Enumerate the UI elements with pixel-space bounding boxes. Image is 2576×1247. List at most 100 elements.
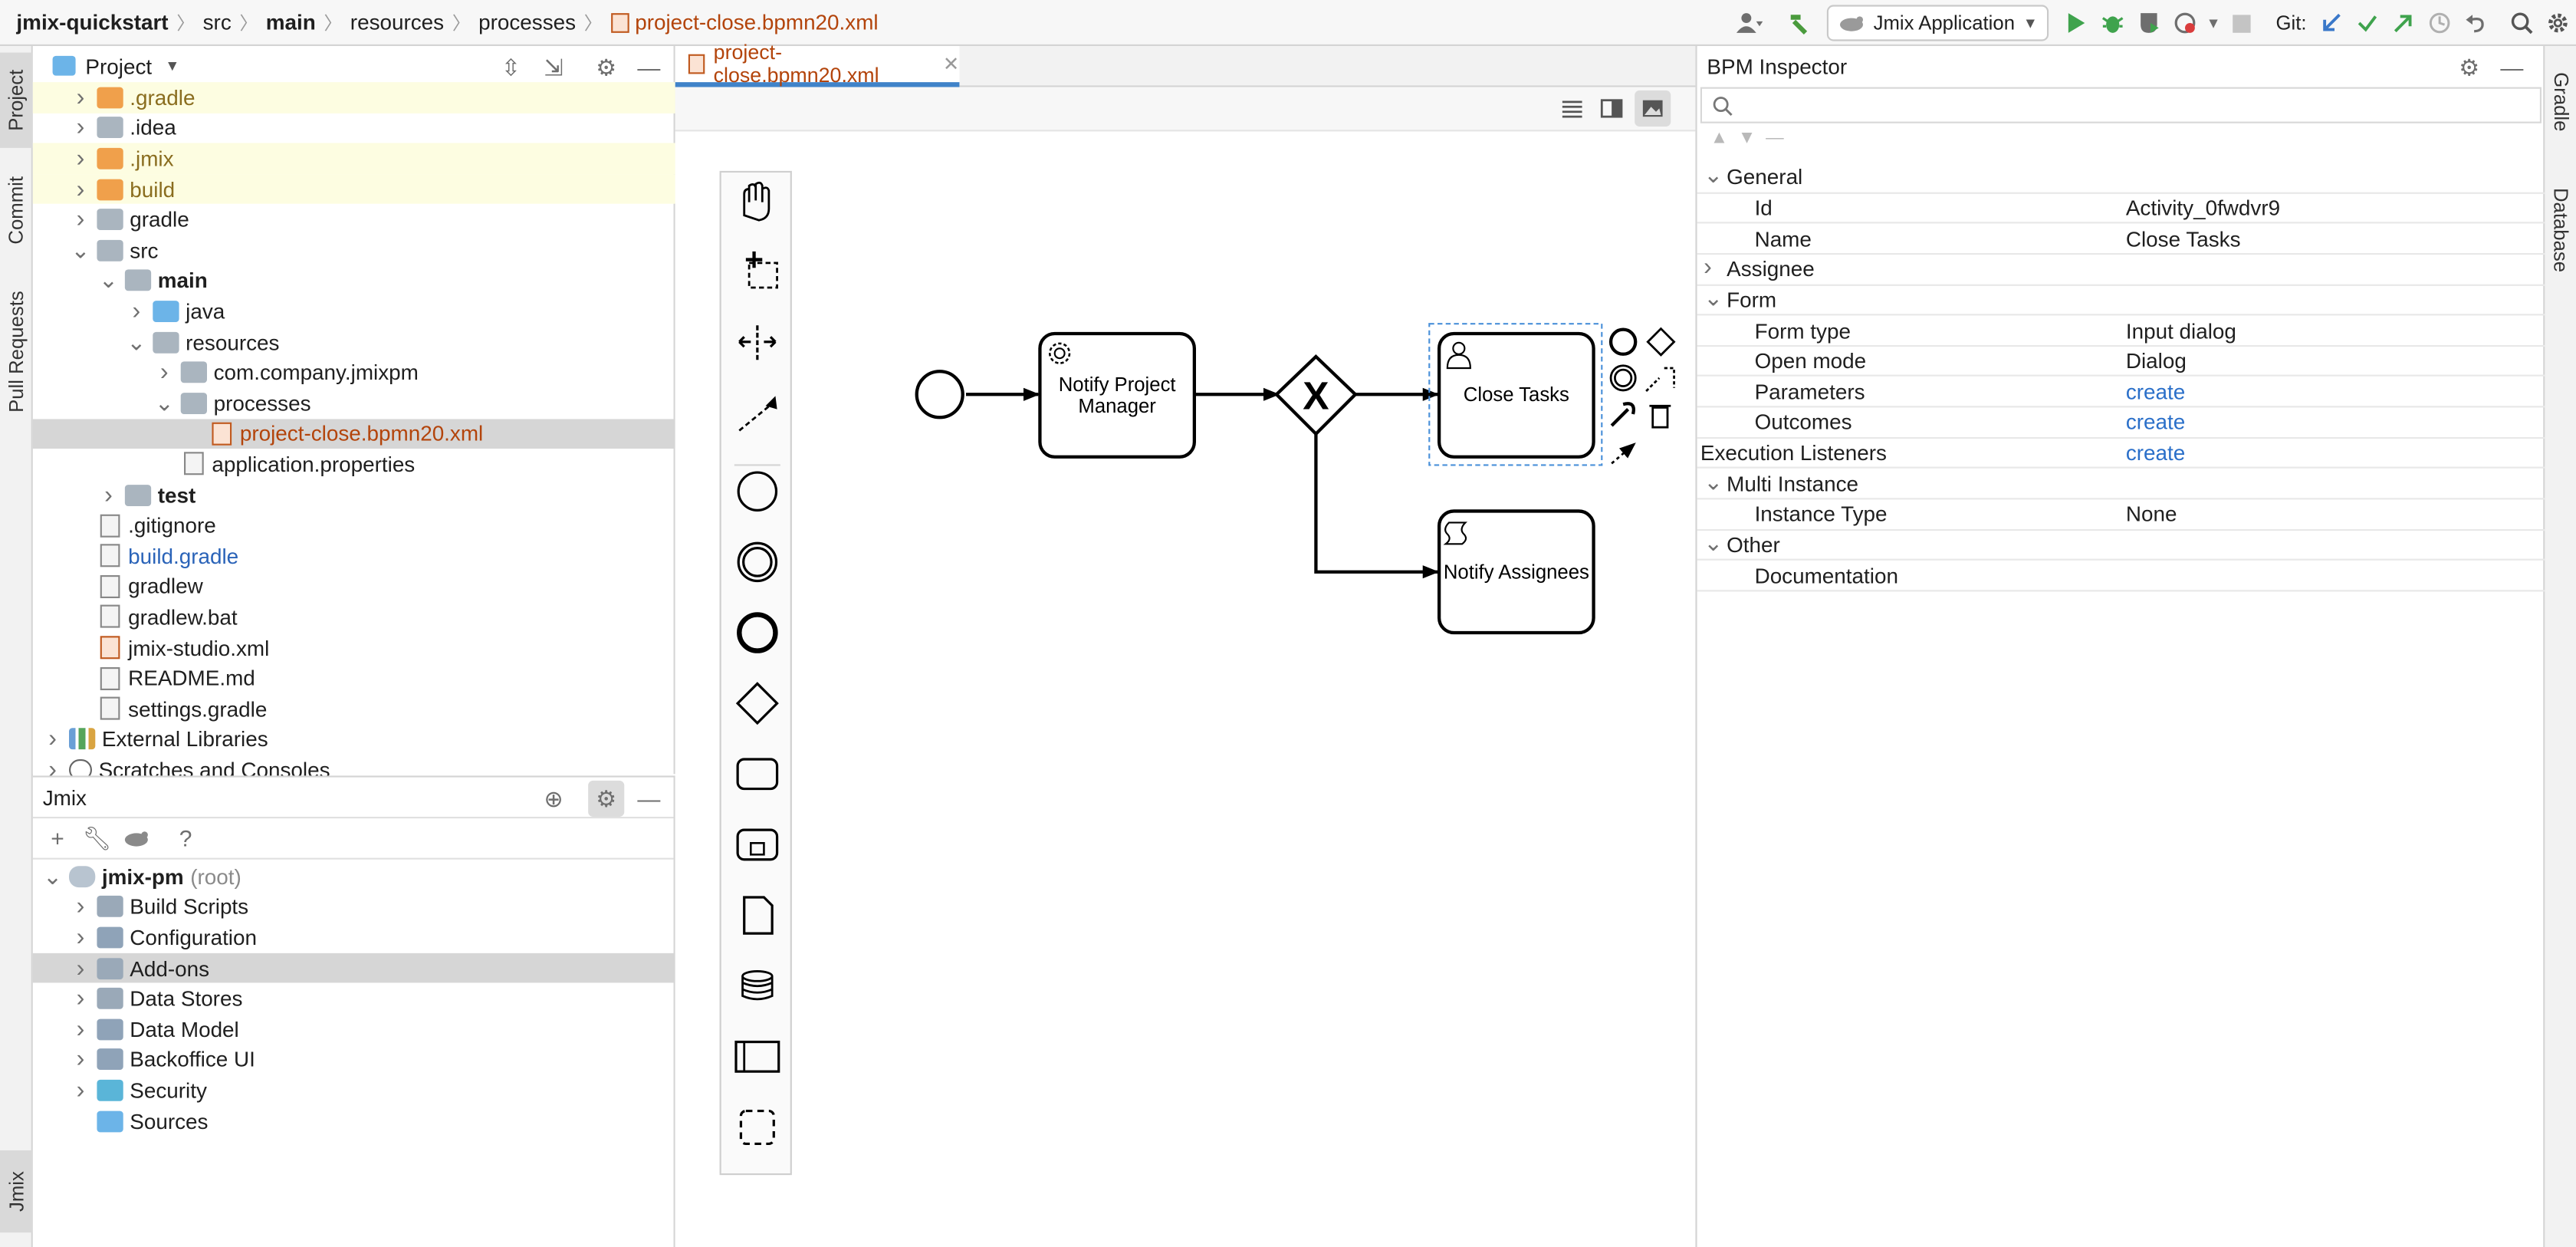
pool-icon[interactable] xyxy=(734,1040,780,1073)
tab-project[interactable]: Project xyxy=(0,52,33,148)
locate-icon[interactable]: ⊕ xyxy=(536,781,572,817)
minimize-icon[interactable]: — xyxy=(631,49,667,85)
stop-icon[interactable] xyxy=(2223,5,2259,41)
end-event-icon[interactable] xyxy=(737,612,778,653)
editor-tab-active[interactable]: project-close.bpmn20.xml ✕ xyxy=(675,41,960,87)
chevron-right-icon[interactable]: › xyxy=(71,985,90,1012)
tree-node[interactable]: .gitignore xyxy=(33,510,675,541)
jmix-tree-item[interactable]: › Data Stores xyxy=(33,983,675,1014)
chevron-down-icon[interactable]: ⌄ xyxy=(127,328,146,356)
property-group[interactable]: › Assignee xyxy=(1697,253,2545,285)
gear-icon[interactable]: ⚙ xyxy=(588,49,624,85)
intermediate-event-icon[interactable] xyxy=(737,541,778,583)
remove-icon[interactable]: — xyxy=(1766,128,1784,148)
tree-node[interactable]: jmix-studio.xml xyxy=(33,633,675,663)
settings-icon[interactable] xyxy=(2540,5,2576,41)
property-group[interactable]: ⌄ Form xyxy=(1697,284,2545,316)
git-commit-icon[interactable] xyxy=(2349,5,2385,41)
chevron-down-icon[interactable]: ⌄ xyxy=(1704,529,1723,557)
property-row[interactable]: Form type Input dialog xyxy=(1697,316,2545,347)
chevron-down-icon[interactable]: ⌄ xyxy=(43,863,63,890)
breadcrumb-processes[interactable]: processes xyxy=(478,10,576,35)
tree-node[interactable]: › test xyxy=(33,479,675,510)
tree-node[interactable]: › gradle xyxy=(33,205,675,235)
chevron-down-icon[interactable]: ⌄ xyxy=(154,389,174,416)
designer-view-icon[interactable] xyxy=(1635,90,1671,127)
append-end-event-icon[interactable] xyxy=(1608,327,1638,356)
chevron-right-icon[interactable]: › xyxy=(71,1077,90,1104)
tab-pull-requests[interactable]: Pull Requests xyxy=(0,276,33,427)
wrench-icon[interactable]: 🔧︎ xyxy=(79,820,115,856)
chevron-right-icon[interactable]: › xyxy=(71,114,90,142)
tree-node[interactable]: › External Libraries xyxy=(33,724,675,755)
chevron-right-icon[interactable]: › xyxy=(71,893,90,920)
tree-node[interactable]: ⌄ processes xyxy=(33,388,675,419)
delete-icon[interactable] xyxy=(1649,404,1671,429)
property-group[interactable]: ⌄ Multi Instance xyxy=(1697,468,2545,500)
tree-node[interactable]: gradlew.bat xyxy=(33,602,675,633)
chevron-down-icon[interactable]: ⌄ xyxy=(99,267,119,294)
gear-icon[interactable]: ⚙ xyxy=(588,780,625,817)
create-link[interactable]: create xyxy=(2126,441,2185,466)
rollback-icon[interactable] xyxy=(2458,5,2494,41)
property-row[interactable]: Parameters create xyxy=(1697,377,2545,408)
property-group[interactable]: ⌄ General xyxy=(1697,161,2545,193)
profile-icon[interactable] xyxy=(2167,5,2203,41)
gear-icon[interactable]: ⚙ xyxy=(2451,49,2487,85)
chevron-down-icon[interactable]: ⌄ xyxy=(1704,161,1723,189)
chevron-right-icon[interactable]: › xyxy=(1704,253,1712,281)
tab-jmix[interactable]: Jmix xyxy=(0,1150,33,1233)
jmix-tree-item[interactable]: › Add-ons xyxy=(32,953,675,984)
run-configuration-select[interactable]: Jmix Application ▼ xyxy=(1827,5,2049,41)
breadcrumb-file[interactable]: project-close.bpmn20.xml xyxy=(635,10,878,35)
chevron-right-icon[interactable]: › xyxy=(71,1015,90,1043)
sequence-flow[interactable] xyxy=(1314,433,1440,579)
property-row[interactable]: Outcomes create xyxy=(1697,408,2545,439)
data-object-icon[interactable] xyxy=(743,896,774,935)
help-icon[interactable]: ? xyxy=(168,820,204,856)
jmix-tree-item[interactable]: › Configuration xyxy=(33,923,675,953)
tab-gradle[interactable]: Gradle xyxy=(2545,53,2576,152)
gateway-icon[interactable] xyxy=(735,682,779,725)
lasso-tool-icon[interactable] xyxy=(745,251,778,289)
data-store-icon[interactable] xyxy=(741,970,774,1001)
tree-node[interactable]: gradlew xyxy=(33,571,675,602)
start-event-icon[interactable] xyxy=(737,471,778,512)
tree-node[interactable]: › .jmix xyxy=(32,143,675,174)
tree-node[interactable]: ⌄ main xyxy=(33,265,675,296)
tree-node[interactable]: application.properties xyxy=(33,449,675,479)
space-tool-icon[interactable] xyxy=(738,325,777,360)
project-panel-title[interactable]: Project xyxy=(85,54,152,78)
move-down-icon[interactable]: ▼ xyxy=(1738,128,1756,148)
chevron-right-icon[interactable]: › xyxy=(99,481,119,508)
collapse-all-icon[interactable]: ⇲ xyxy=(536,49,572,85)
user-task-selected[interactable]: Close Tasks xyxy=(1428,323,1603,466)
append-intermediate-event-icon[interactable] xyxy=(1609,364,1637,392)
search-icon[interactable] xyxy=(2504,5,2540,41)
chevron-right-icon[interactable]: › xyxy=(127,298,146,325)
tree-node[interactable]: › build xyxy=(32,173,675,205)
script-task[interactable]: Notify Assignees xyxy=(1437,509,1595,635)
chevron-right-icon[interactable]: › xyxy=(71,1046,90,1074)
more-run-actions-icon[interactable]: ▼ xyxy=(2203,5,2223,41)
jmix-tree-item[interactable]: › Data Model xyxy=(33,1014,675,1045)
property-row[interactable]: Execution Listeners create xyxy=(1697,439,2545,469)
chevron-right-icon[interactable]: › xyxy=(154,359,174,387)
wrench-icon[interactable] xyxy=(1610,402,1635,427)
start-event[interactable] xyxy=(915,370,964,420)
breadcrumb-main[interactable]: main xyxy=(266,10,316,35)
property-row[interactable]: Documentation xyxy=(1697,561,2545,592)
chevron-down-icon[interactable]: ⌄ xyxy=(1704,284,1723,311)
move-up-icon[interactable]: ▲ xyxy=(1710,128,1728,148)
chevron-down-icon[interactable]: ⌄ xyxy=(71,236,90,264)
chevron-right-icon[interactable]: › xyxy=(71,954,90,982)
chevron-right-icon[interactable]: › xyxy=(71,175,90,202)
expand-all-icon[interactable]: ⇳ xyxy=(493,49,529,85)
user-icon[interactable] xyxy=(1732,5,1768,41)
add-icon[interactable]: + xyxy=(39,820,75,856)
create-link[interactable]: create xyxy=(2126,410,2185,435)
tree-node[interactable]: › .gradle xyxy=(32,82,675,113)
tree-node[interactable]: README.md xyxy=(33,663,675,693)
service-task[interactable]: Notify Project Manager xyxy=(1038,331,1196,459)
split-view-icon[interactable] xyxy=(1594,90,1630,127)
